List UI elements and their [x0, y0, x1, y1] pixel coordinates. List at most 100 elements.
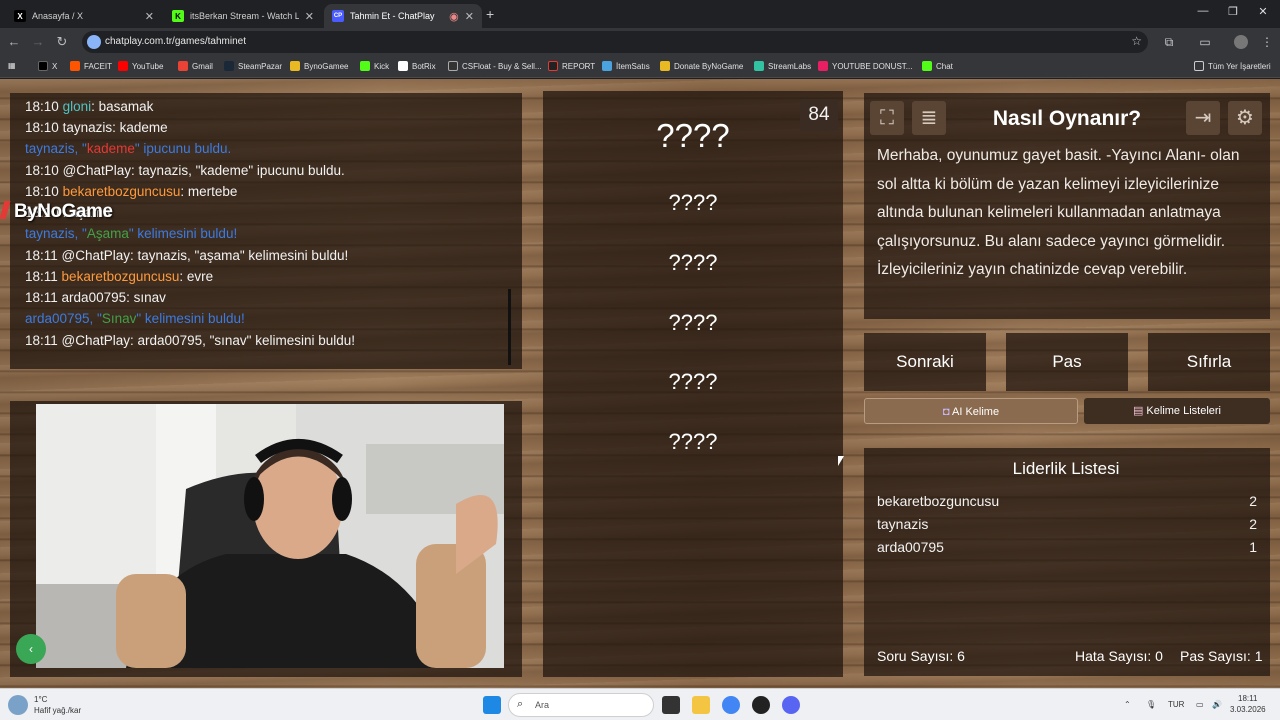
- bookmark-report[interactable]: REPORT: [548, 61, 595, 71]
- apps-icon[interactable]: ▦: [8, 61, 16, 70]
- expand-toggle-icon[interactable]: ‹: [16, 634, 46, 664]
- windows-start-icon[interactable]: [483, 696, 501, 714]
- chat-text: : taynazis, "aşama" kelimesini buldu!: [130, 248, 349, 263]
- tab-chatplay[interactable]: CP Tahmin Et - ChatPlay ◉ ✕: [324, 4, 482, 28]
- minimize-icon[interactable]: —: [1188, 5, 1218, 17]
- word-lists-button[interactable]: ▤ Kelime Listeleri: [1084, 398, 1270, 424]
- x-icon: X: [14, 10, 26, 22]
- back-icon[interactable]: ←: [4, 34, 24, 49]
- volume-icon[interactable]: 🔊: [1212, 700, 1222, 709]
- weather-desc: Hafif yağ./kar: [34, 706, 82, 715]
- clock-date[interactable]: 3.03.2026: [1230, 705, 1266, 714]
- task-view-icon[interactable]: [662, 696, 680, 714]
- restore-icon[interactable]: ❐: [1218, 5, 1248, 18]
- leaderboard-row: taynazis 2: [877, 516, 1257, 532]
- chat-username: gloni: [62, 99, 92, 114]
- chat-text: : basamak: [91, 99, 154, 114]
- close-tab-icon[interactable]: ✕: [305, 10, 314, 23]
- bookmark-chat[interactable]: Chat: [922, 61, 953, 71]
- chat-message: 18:10 @ChatPlay: taynazis, "kademe" ipuc…: [25, 163, 345, 178]
- new-tab-icon[interactable]: +: [486, 6, 494, 22]
- profile-avatar[interactable]: [1234, 35, 1248, 49]
- bookmark-csfloat[interactable]: CSFloat - Buy & Sell...: [448, 61, 542, 71]
- forbidden-word: ????: [668, 429, 718, 454]
- leaderboard-row: arda00795 1: [877, 539, 1257, 555]
- obs-icon[interactable]: [752, 696, 770, 714]
- forbidden-word: ????: [668, 369, 718, 394]
- bookmark-steampazar[interactable]: SteamPazar: [224, 61, 282, 71]
- network-icon[interactable]: ▭: [1196, 700, 1204, 709]
- error-count: Hata Sayısı: 0: [1075, 648, 1163, 664]
- chat-message: 18:11 arda00795: sınav: [25, 290, 166, 305]
- menu-icon[interactable]: ⋮: [1260, 35, 1274, 49]
- bookmark-x[interactable]: X: [38, 61, 57, 71]
- logout-icon[interactable]: ⇥: [1186, 101, 1220, 135]
- pass-button[interactable]: Pas: [1006, 333, 1128, 391]
- bookmark-botrix[interactable]: BotRix: [398, 61, 436, 71]
- chat-time: 18:11: [25, 290, 58, 305]
- chrome-icon[interactable]: [722, 696, 740, 714]
- bookmarks-bar: ▦ X FACEIT YouTube Gmail SteamPazar Byno…: [0, 56, 1280, 78]
- language-indicator[interactable]: TUR: [1168, 700, 1184, 709]
- ai-word-button[interactable]: ◘ AI Kelime: [864, 398, 1078, 424]
- chat-text: : taynazis, "kademe" ipucunu buldu.: [131, 163, 345, 178]
- bookmark-streamlabs[interactable]: StreamLabs: [754, 61, 811, 71]
- weather-temp: 1°C: [34, 695, 48, 704]
- bookmark-youtube-donust[interactable]: YOUTUBE DONUST...: [818, 61, 912, 71]
- all-bookmarks[interactable]: Tüm Yer İşaretleri: [1194, 61, 1271, 71]
- game-page: 18:10 gloni: basamak 18:10 taynazis: kade…: [0, 79, 1280, 688]
- bookmark-donate[interactable]: Donate ByNoGame: [660, 61, 743, 71]
- close-tab-icon[interactable]: ✕: [145, 10, 154, 23]
- file-explorer-icon[interactable]: [692, 696, 710, 714]
- chat-time: 18:10: [25, 163, 59, 178]
- chat-username: arda00795: [61, 290, 127, 305]
- bookmark-bynogamee[interactable]: BynoGamee: [290, 61, 348, 71]
- chat-text: : kademe: [112, 120, 168, 135]
- forbidden-word: ????: [668, 310, 718, 335]
- clock-time[interactable]: 18:11: [1238, 694, 1257, 703]
- bookmark-itemsatis[interactable]: İtemSatıs: [602, 61, 650, 71]
- chat-notice: arda00795, "Sınav" kelimesini buldu!: [25, 311, 245, 326]
- show-hidden-icons[interactable]: ⌃: [1124, 700, 1131, 709]
- fullscreen-icon[interactable]: ⛶: [870, 101, 904, 135]
- bookmark-kick[interactable]: Kick: [360, 61, 389, 71]
- weather-icon[interactable]: [8, 695, 28, 715]
- extensions-icon[interactable]: ⧉: [1162, 35, 1176, 49]
- chat-message: 18:10 bekaretbozguncusu: mertebe: [25, 184, 237, 199]
- next-button[interactable]: Sonraki: [864, 333, 986, 391]
- taskbar-search[interactable]: ⌕ Ara: [508, 693, 654, 717]
- forward-icon[interactable]: →: [28, 34, 48, 49]
- tab-kick[interactable]: K itsBerkan Stream - Watch Live o ✕: [164, 4, 322, 28]
- bookmark-gmail[interactable]: Gmail: [178, 61, 213, 71]
- chat-message: 18:11 bekaretbozguncusu: evre: [25, 269, 213, 284]
- bookmark-star-icon[interactable]: ☆: [1131, 34, 1142, 48]
- chat-notice: taynazis, "Aşama" kelimesini buldu!: [25, 226, 238, 241]
- settings-gear-icon[interactable]: ⚙: [1228, 101, 1262, 135]
- chat-username: taynazis: [62, 120, 113, 135]
- bynogame-watermark: ByNoGame: [0, 201, 113, 223]
- question-count: Soru Sayısı: 6: [877, 648, 965, 664]
- bookmark-faceit[interactable]: FACEIT: [70, 61, 112, 71]
- chat-time: 18:10: [25, 99, 59, 114]
- chat-time: 18:10: [25, 120, 59, 135]
- chat-message: 18:10 taynazis: kademe: [25, 120, 168, 135]
- close-tab-icon[interactable]: ✕: [465, 10, 474, 23]
- chat-username: bekaretbozguncusu: [62, 184, 181, 199]
- reset-button[interactable]: Sıfırla: [1148, 333, 1270, 391]
- close-window-icon[interactable]: ✕: [1248, 5, 1278, 18]
- chat-time: 18:11: [25, 269, 58, 284]
- sidepanel-icon[interactable]: ▭: [1198, 35, 1212, 49]
- url-field[interactable]: chatplay.com.tr/games/tahminet ☆: [82, 31, 1148, 53]
- forbidden-word: ????: [668, 250, 718, 275]
- notes-icon[interactable]: ≣: [912, 101, 946, 135]
- chat-scrollbar[interactable]: [508, 289, 511, 365]
- bookmark-youtube[interactable]: YouTube: [118, 61, 163, 71]
- site-info-icon[interactable]: [87, 35, 101, 49]
- discord-icon[interactable]: [782, 696, 800, 714]
- chat-username: @ChatPlay: [61, 333, 131, 348]
- chat-notice: taynazis, "kademe" ipucunu buldu.: [25, 141, 232, 156]
- reload-icon[interactable]: ↻: [52, 34, 72, 50]
- recording-icon: ◉: [449, 10, 459, 23]
- microphone-icon[interactable]: 🎙: [1146, 700, 1156, 709]
- tab-x[interactable]: X Anasayfa / X ✕: [6, 4, 162, 28]
